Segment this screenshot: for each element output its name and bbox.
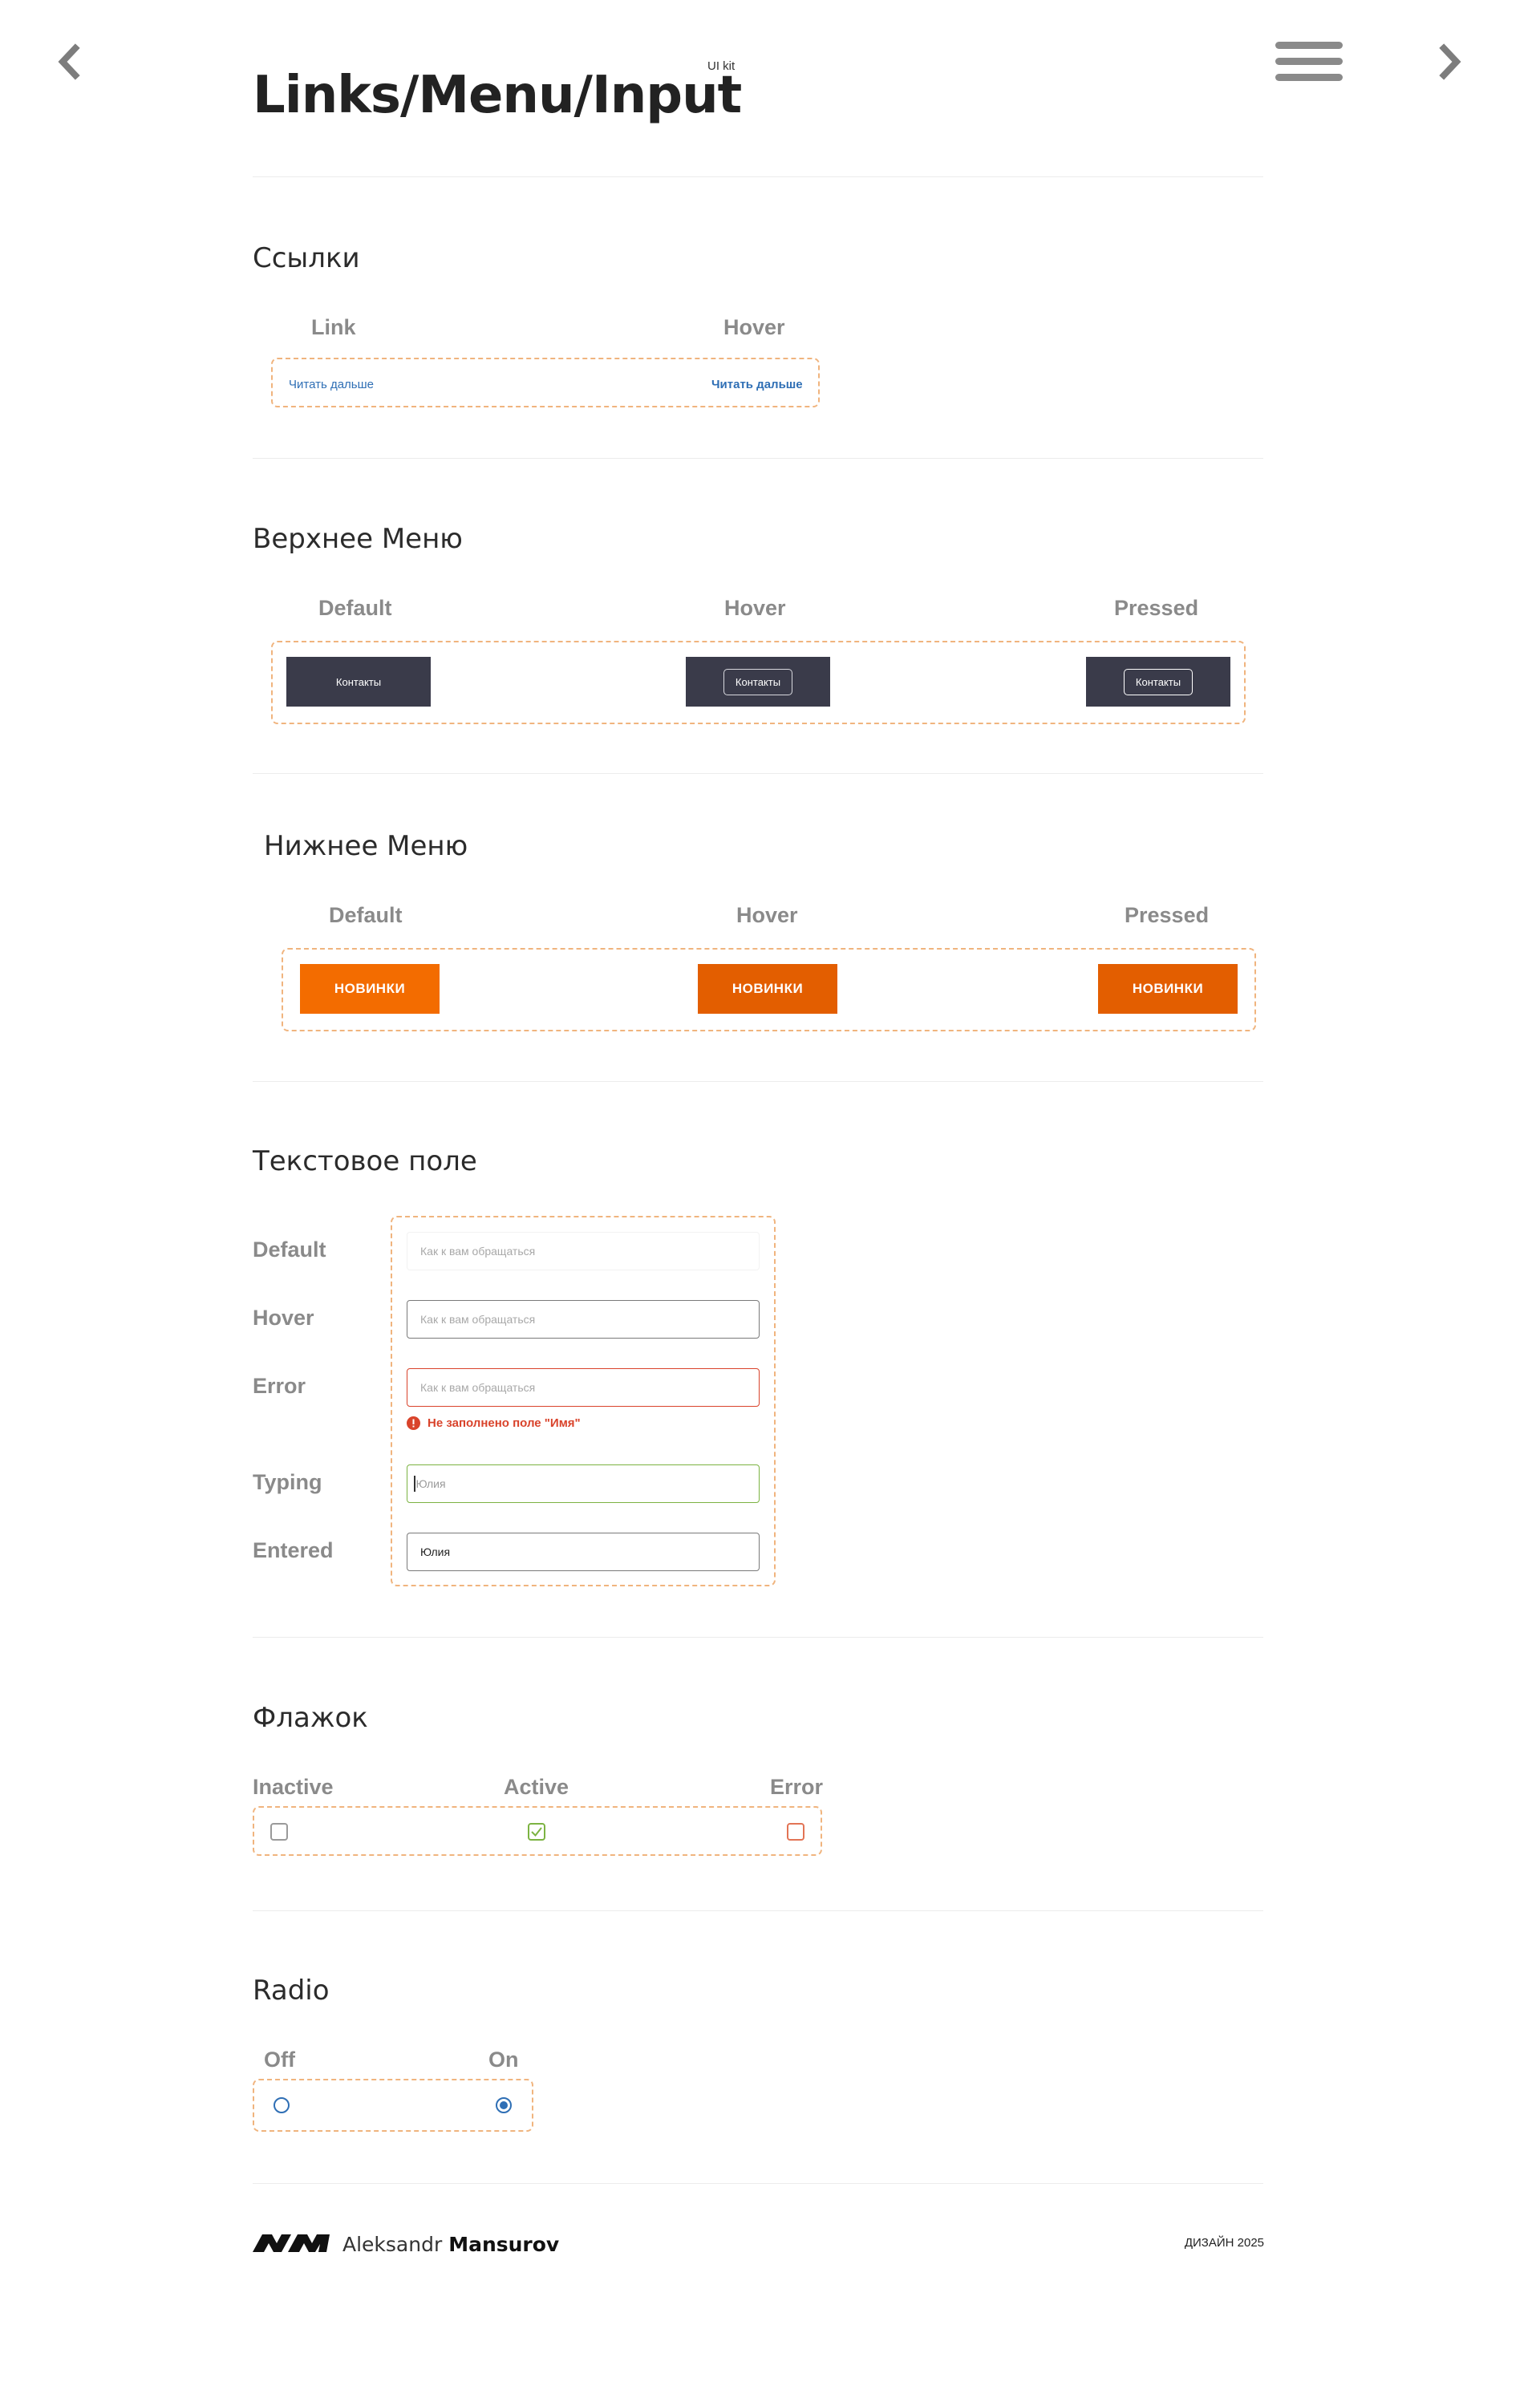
name-input-hover[interactable]: Как к вам обращаться xyxy=(407,1300,760,1339)
divider xyxy=(253,176,1263,177)
name-input-entered[interactable]: Юлия xyxy=(407,1533,760,1571)
state-label-active: Active xyxy=(504,1775,569,1799)
top-menu-button-default[interactable]: Контакты xyxy=(286,657,431,707)
typing-value: Юлия xyxy=(415,1477,446,1490)
state-label-off: Off xyxy=(264,2048,295,2072)
section-title-radio: Radio xyxy=(253,1975,330,2007)
checkbox-active[interactable] xyxy=(528,1823,545,1841)
author-logo xyxy=(253,2234,330,2256)
radio-demo-frame xyxy=(253,2079,533,2132)
author-first-name: Aleksandr xyxy=(342,2233,443,2256)
divider xyxy=(253,1910,1263,1911)
divider xyxy=(253,1637,1263,1638)
radio-off[interactable] xyxy=(274,2097,290,2113)
name-input-typing[interactable]: Юлия xyxy=(407,1464,760,1503)
state-label-default: Default xyxy=(329,903,403,927)
chevron-right-icon xyxy=(1439,43,1461,80)
section-title-top-menu: Верхнее Меню xyxy=(253,523,463,555)
state-label-typing: Typing xyxy=(253,1470,322,1494)
am-logo-icon xyxy=(253,2234,330,2252)
top-menu-button-pressed[interactable]: Контакты xyxy=(1086,657,1230,707)
author-name: Aleksandr Mansurov xyxy=(342,2233,559,2256)
exclamation-circle-icon xyxy=(407,1416,420,1430)
ui-kit-badge: UI kit xyxy=(707,59,736,73)
state-label-pressed: Pressed xyxy=(1125,903,1210,927)
link-hover[interactable]: Читать дальше xyxy=(711,378,803,391)
top-menu-button-label: Контакты xyxy=(723,668,793,695)
error-message: Не заполнено поле "Имя" xyxy=(407,1416,581,1430)
section-title-text-field: Текстовое поле xyxy=(253,1145,477,1177)
state-label-hover: Hover xyxy=(736,903,798,927)
chevron-left-icon xyxy=(58,43,80,80)
entered-value: Юлия xyxy=(420,1545,451,1558)
state-label-on: On xyxy=(488,2048,519,2072)
divider xyxy=(253,773,1263,774)
state-label-default: Default xyxy=(253,1238,326,1262)
nav-next-button[interactable] xyxy=(1434,42,1466,82)
bottom-menu-button-pressed[interactable]: НОВИНКИ xyxy=(1098,964,1238,1014)
state-label-hover: Hover xyxy=(723,315,785,339)
page-title: Links/Menu/Input xyxy=(253,66,742,125)
state-label-default: Default xyxy=(318,596,392,620)
checkbox-error[interactable] xyxy=(787,1823,804,1841)
section-title-links: Ссылки xyxy=(253,242,360,274)
error-text: Не заполнено поле "Имя" xyxy=(428,1416,581,1430)
state-label-hover: Hover xyxy=(253,1306,314,1330)
bottom-menu-button-default[interactable]: НОВИНКИ xyxy=(300,964,440,1014)
divider xyxy=(253,1081,1263,1082)
state-label-error: Error xyxy=(770,1775,824,1799)
divider xyxy=(253,2183,1263,2184)
state-label-link: Link xyxy=(311,315,356,339)
radio-dot xyxy=(500,2101,508,2109)
state-label-pressed: Pressed xyxy=(1114,596,1199,620)
radio-on[interactable] xyxy=(496,2097,512,2113)
text-cursor xyxy=(414,1476,415,1492)
section-title-bottom-menu: Нижнее Меню xyxy=(264,830,468,862)
top-menu-button-hover[interactable]: Контакты xyxy=(686,657,830,707)
state-label-entered: Entered xyxy=(253,1538,334,1562)
state-label-hover: Hover xyxy=(724,596,786,620)
bottom-menu-button-hover[interactable]: НОВИНКИ xyxy=(698,964,837,1014)
section-title-checkbox: Флажок xyxy=(253,1702,368,1734)
state-label-error: Error xyxy=(253,1374,306,1398)
name-input-default[interactable]: Как к вам обращаться xyxy=(407,1232,760,1270)
author-last-name: Mansurov xyxy=(448,2233,560,2256)
menu-button[interactable] xyxy=(1275,40,1343,85)
check-icon xyxy=(531,1827,542,1837)
checkbox-inactive[interactable] xyxy=(270,1823,288,1841)
link-default[interactable]: Читать дальше xyxy=(289,378,374,391)
hamburger-menu-icon xyxy=(1275,42,1343,81)
divider xyxy=(253,458,1263,459)
name-input-error[interactable]: Как к вам обращаться xyxy=(407,1368,760,1407)
top-menu-button-label: Контакты xyxy=(1123,668,1194,695)
state-label-inactive: Inactive xyxy=(253,1775,334,1799)
design-year: ДИЗАЙН 2025 xyxy=(1184,2236,1264,2250)
top-menu-button-label: Контакты xyxy=(335,675,382,688)
nav-prev-button[interactable] xyxy=(53,42,85,82)
